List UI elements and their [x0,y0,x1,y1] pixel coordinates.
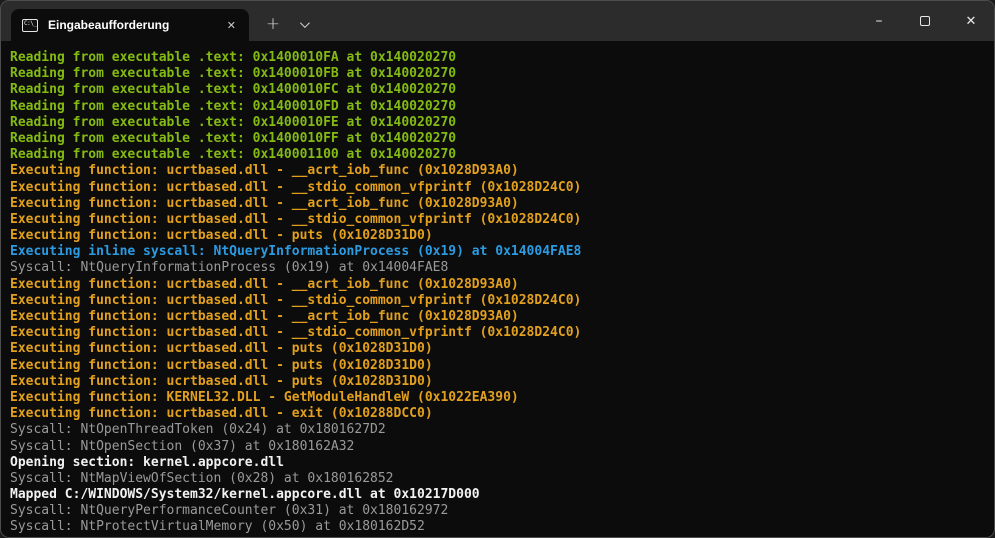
new-tab-button[interactable]: + [259,11,287,37]
terminal-line: Executing function: KERNEL32.DLL - GetMo… [10,390,988,406]
command-prompt-icon: C:\_ [22,19,38,32]
terminal-line: Syscall: NtProtectVirtualMemory (0x50) a… [10,519,988,535]
tab-dropdown-button[interactable] [289,11,317,37]
tab-title: Eingabeaufforderung [48,18,222,32]
terminal-output[interactable]: Reading from executable .text: 0x1400010… [1,41,994,537]
titlebar-drag-region[interactable] [317,1,856,41]
tab-close-button[interactable]: ✕ [222,17,241,34]
close-button[interactable]: ✕ [948,1,994,41]
terminal-line: Reading from executable .text: 0x1400011… [10,147,988,163]
chevron-down-icon [299,18,309,28]
terminal-line: Executing function: ucrtbased.dll - __st… [10,325,988,341]
terminal-line: Executing function: ucrtbased.dll - __ac… [10,196,988,212]
terminal-line: Syscall: NtOpenSection (0x37) at 0x18016… [10,439,988,455]
terminal-line: Reading from executable .text: 0x1400010… [10,66,988,82]
terminal-line: Syscall: NtOpenThreadToken (0x24) at 0x1… [10,422,988,438]
terminal-line: Executing inline syscall: NtQueryInforma… [10,244,988,260]
terminal-line: Executing function: ucrtbased.dll - __ac… [10,309,988,325]
terminal-line: Reading from executable .text: 0x1400010… [10,99,988,115]
terminal-line: Executing function: ucrtbased.dll - __st… [10,212,988,228]
maximize-button[interactable] [902,1,948,41]
minimize-button[interactable]: – [856,1,902,41]
terminal-window: C:\_ Eingabeaufforderung ✕ + – ✕ Reading… [0,0,995,538]
terminal-line: Executing function: ucrtbased.dll - exit… [10,406,988,422]
terminal-line: Executing function: ucrtbased.dll - __ac… [10,277,988,293]
terminal-line: Syscall: NtMapViewOfSection (0x28) at 0x… [10,471,988,487]
terminal-line: Opening section: kernel.appcore.dll [10,455,988,471]
terminal-line: Executing function: ucrtbased.dll - __st… [10,180,988,196]
terminal-line: Reading from executable .text: 0x1400010… [10,82,988,98]
terminal-line: Syscall: NtQueryPerformanceCounter (0x31… [10,503,988,519]
terminal-line: Reading from executable .text: 0x1400010… [10,50,988,66]
terminal-line: Executing function: ucrtbased.dll - puts… [10,358,988,374]
tab-eingabeaufforderung[interactable]: C:\_ Eingabeaufforderung ✕ [11,9,249,41]
terminal-line: Mapped C:/WINDOWS/System32/kernel.appcor… [10,487,988,503]
terminal-line: Reading from executable .text: 0x1400010… [10,115,988,131]
command-prompt-icon-text: C:\_ [24,21,36,27]
maximize-icon [920,16,930,26]
title-bar: C:\_ Eingabeaufforderung ✕ + – ✕ [1,1,994,41]
terminal-line: Executing function: ucrtbased.dll - puts… [10,341,988,357]
window-controls: – ✕ [856,1,994,41]
terminal-line: Executing function: ucrtbased.dll - __st… [10,293,988,309]
terminal-line: Syscall: NtQueryInformationProcess (0x19… [10,260,988,276]
terminal-line: Executing function: ucrtbased.dll - puts… [10,228,988,244]
terminal-line: Executing function: ucrtbased.dll - puts… [10,374,988,390]
terminal-line: Executing function: ucrtbased.dll - __ac… [10,163,988,179]
terminal-line: Reading from executable .text: 0x1400010… [10,131,988,147]
